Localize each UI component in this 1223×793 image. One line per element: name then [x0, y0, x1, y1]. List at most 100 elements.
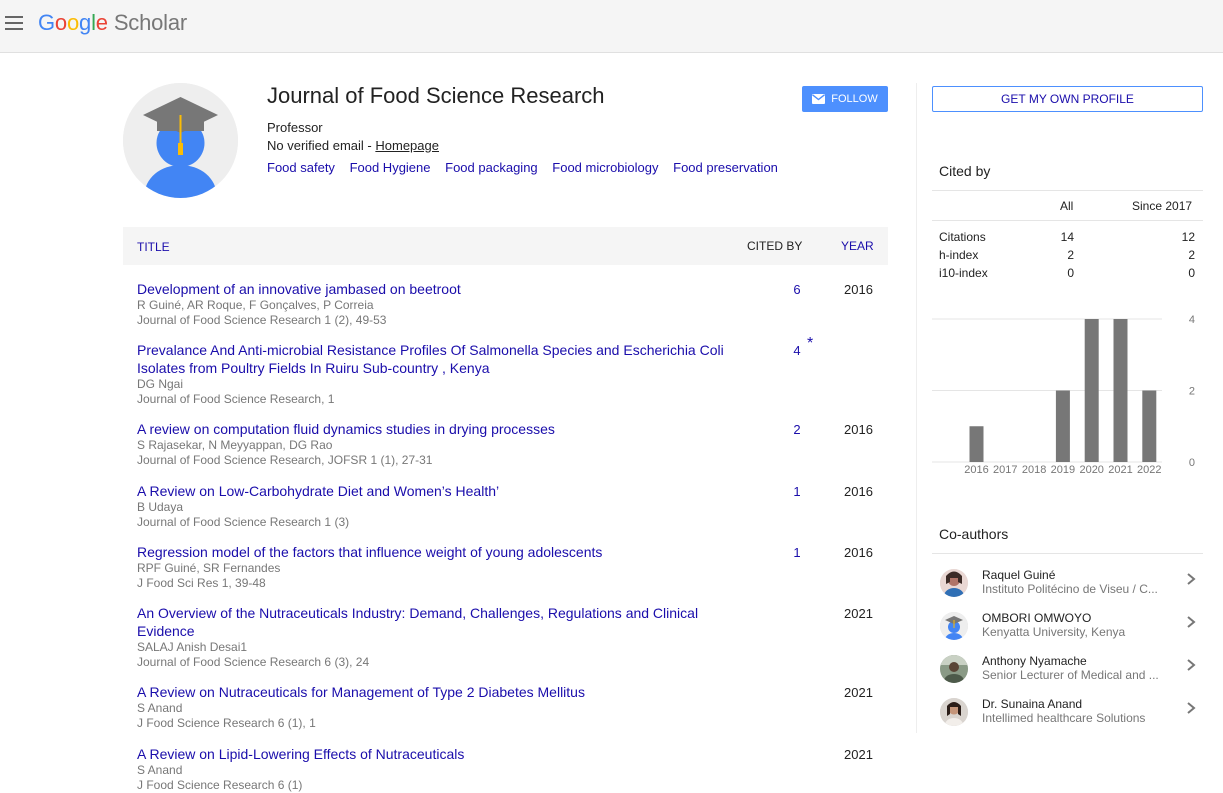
cited-by-count[interactable]: 2: [787, 422, 807, 437]
chart-bar: [969, 426, 984, 462]
chart-y-tick-label: 2: [1189, 386, 1195, 398]
sort-by-title[interactable]: TITLE: [137, 240, 170, 254]
article-row: Prevalance And Anti-microbial Resistance…: [137, 335, 888, 407]
chart-x-tick-label: 2020: [1079, 464, 1103, 476]
coauthor-item[interactable]: Anthony Nyamache Senior Lecturer of Medi…: [932, 652, 1203, 692]
article-title-link[interactable]: Development of an innovative jambased on…: [137, 280, 737, 298]
chevron-right-icon: [1187, 702, 1196, 714]
sort-by-year[interactable]: YEAR: [841, 239, 874, 253]
chevron-right-icon: [1187, 659, 1196, 671]
article-source: Journal of Food Science Research 6 (3), …: [137, 655, 370, 669]
article-source: Journal of Food Science Research 1 (2), …: [137, 313, 387, 327]
article-title-link[interactable]: A Review on Low-Carbohydrate Diet and Wo…: [137, 482, 737, 500]
chart-x-tick-label: 2022: [1137, 464, 1161, 476]
chart-bar: [1113, 319, 1128, 462]
follow-button[interactable]: FOLLOW: [802, 86, 888, 112]
logo-letter: g: [79, 10, 92, 35]
interest-link[interactable]: Food microbiology: [552, 160, 658, 175]
article-authors: S Anand: [137, 763, 183, 777]
article-title-link[interactable]: Prevalance And Anti-microbial Resistance…: [137, 341, 737, 377]
column-divider: [916, 83, 917, 733]
article-row: Development of an innovative jambased on…: [137, 280, 888, 328]
citation-stat-row: i10-index 0 0: [939, 266, 1195, 284]
logo-letter: G: [38, 10, 55, 35]
article-authors: SALAJ Anish Desai1: [137, 640, 248, 654]
coauthor-photo: [940, 698, 968, 726]
article-year: 2021: [844, 747, 873, 762]
articles-table-header: TITLE CITED BY YEAR: [123, 227, 888, 265]
coauthors-heading: Co-authors: [939, 526, 1009, 542]
chart-x-tick-label: 2019: [1051, 464, 1075, 476]
get-my-own-profile-button[interactable]: GET MY OWN PROFILE: [932, 86, 1203, 112]
article-source: J Food Science Research 6 (1): [137, 778, 303, 792]
divider: [932, 190, 1203, 191]
article-year: 2016: [844, 422, 873, 437]
article-row: Regression model of the factors that inf…: [137, 543, 888, 591]
coauthor-avatar: [940, 612, 968, 640]
cited-by-count[interactable]: 1: [787, 484, 807, 499]
coauthor-item[interactable]: Dr. Sunaina Anand Intellimed healthcare …: [932, 695, 1203, 735]
article-title-link[interactable]: An Overview of the Nutraceuticals Indust…: [137, 604, 737, 640]
chart-bar: [1142, 390, 1157, 462]
chart-x-tick-label: 2016: [964, 464, 988, 476]
coauthor-avatar: [940, 698, 968, 726]
research-interests: Food safety Food Hygiene Food packaging …: [267, 160, 789, 175]
citation-stat-row: h-index 2 2: [939, 248, 1195, 266]
article-row: A review on computation fluid dynamics s…: [137, 420, 888, 468]
article-authors: DG Ngai: [137, 377, 184, 391]
article-year: 2016: [844, 545, 873, 560]
article-title-link[interactable]: A Review on Nutraceuticals for Managemen…: [137, 683, 737, 701]
profile-role: Professor: [267, 120, 323, 135]
interest-link[interactable]: Food safety: [267, 160, 335, 175]
coauthor-affiliation: Instituto Politécino de Viseu / C...: [982, 582, 1158, 596]
chart-y-tick-label: 0: [1189, 457, 1195, 469]
article-authors: RPF Guiné, SR Fernandes: [137, 561, 281, 575]
stat-all: 14: [1060, 230, 1074, 244]
merged-citations-star[interactable]: *: [807, 335, 813, 353]
article-title-link[interactable]: Regression model of the factors that inf…: [137, 543, 737, 561]
hamburger-menu-icon[interactable]: [5, 16, 23, 30]
article-title-link[interactable]: A review on computation fluid dynamics s…: [137, 420, 737, 438]
graduate-avatar-icon: [123, 83, 238, 198]
logo-letter: o: [54, 10, 67, 35]
coauthor-name: Raquel Guiné: [982, 568, 1056, 582]
interest-link[interactable]: Food preservation: [673, 160, 778, 175]
cited-by-count[interactable]: 4: [787, 343, 807, 358]
homepage-link[interactable]: Homepage: [375, 138, 439, 153]
coauthor-item[interactable]: OMBORI OMWOYO Kenyatta University, Kenya: [932, 609, 1203, 649]
top-bar: Google Scholar: [0, 0, 1223, 53]
coauthor-name: Dr. Sunaina Anand: [982, 697, 1083, 711]
profile-name: Journal of Food Science Research: [267, 83, 605, 108]
coauthor-name: OMBORI OMWOYO: [982, 611, 1092, 625]
cited-by-count[interactable]: 1: [787, 545, 807, 560]
interest-link[interactable]: Food Hygiene: [350, 160, 431, 175]
stat-label[interactable]: Citations: [939, 230, 986, 244]
cited-by-count[interactable]: 6: [787, 282, 807, 297]
graduate-avatar-icon: [940, 612, 968, 640]
email-status-text: No verified email -: [267, 138, 376, 153]
cited-by-all-header: All: [1060, 199, 1074, 213]
coauthor-item[interactable]: Raquel Guiné Instituto Politécino de Vis…: [932, 566, 1203, 606]
stat-label[interactable]: h-index: [939, 248, 978, 262]
follow-label: FOLLOW: [831, 93, 878, 105]
article-authors: B Udaya: [137, 500, 184, 514]
article-title-link[interactable]: A Review on Lipid-Lowering Effects of Nu…: [137, 745, 737, 763]
cited-by-column-header: CITED BY: [747, 239, 803, 253]
coauthor-photo: [940, 655, 968, 683]
google-scholar-logo[interactable]: Google Scholar: [38, 10, 187, 36]
chart-x-tick-label: 2017: [993, 464, 1017, 476]
coauthor-avatar: [940, 655, 968, 683]
coauthor-affiliation: Intellimed healthcare Solutions: [982, 711, 1146, 725]
article-row: A Review on Low-Carbohydrate Diet and Wo…: [137, 482, 888, 530]
chevron-right-icon: [1187, 616, 1196, 628]
stat-label[interactable]: i10-index: [939, 266, 988, 280]
article-row: An Overview of the Nutraceuticals Indust…: [137, 604, 888, 670]
chart-bar: [1055, 390, 1070, 462]
profile-email: No verified email - Homepage: [267, 138, 439, 153]
coauthor-affiliation: Kenyatta University, Kenya: [982, 625, 1126, 639]
article-source: Journal of Food Science Research, JOFSR …: [137, 453, 433, 467]
article-row: A Review on Lipid-Lowering Effects of Nu…: [137, 745, 888, 793]
chart-bar: [1084, 319, 1099, 462]
coauthor-avatar: [940, 569, 968, 597]
interest-link[interactable]: Food packaging: [445, 160, 538, 175]
